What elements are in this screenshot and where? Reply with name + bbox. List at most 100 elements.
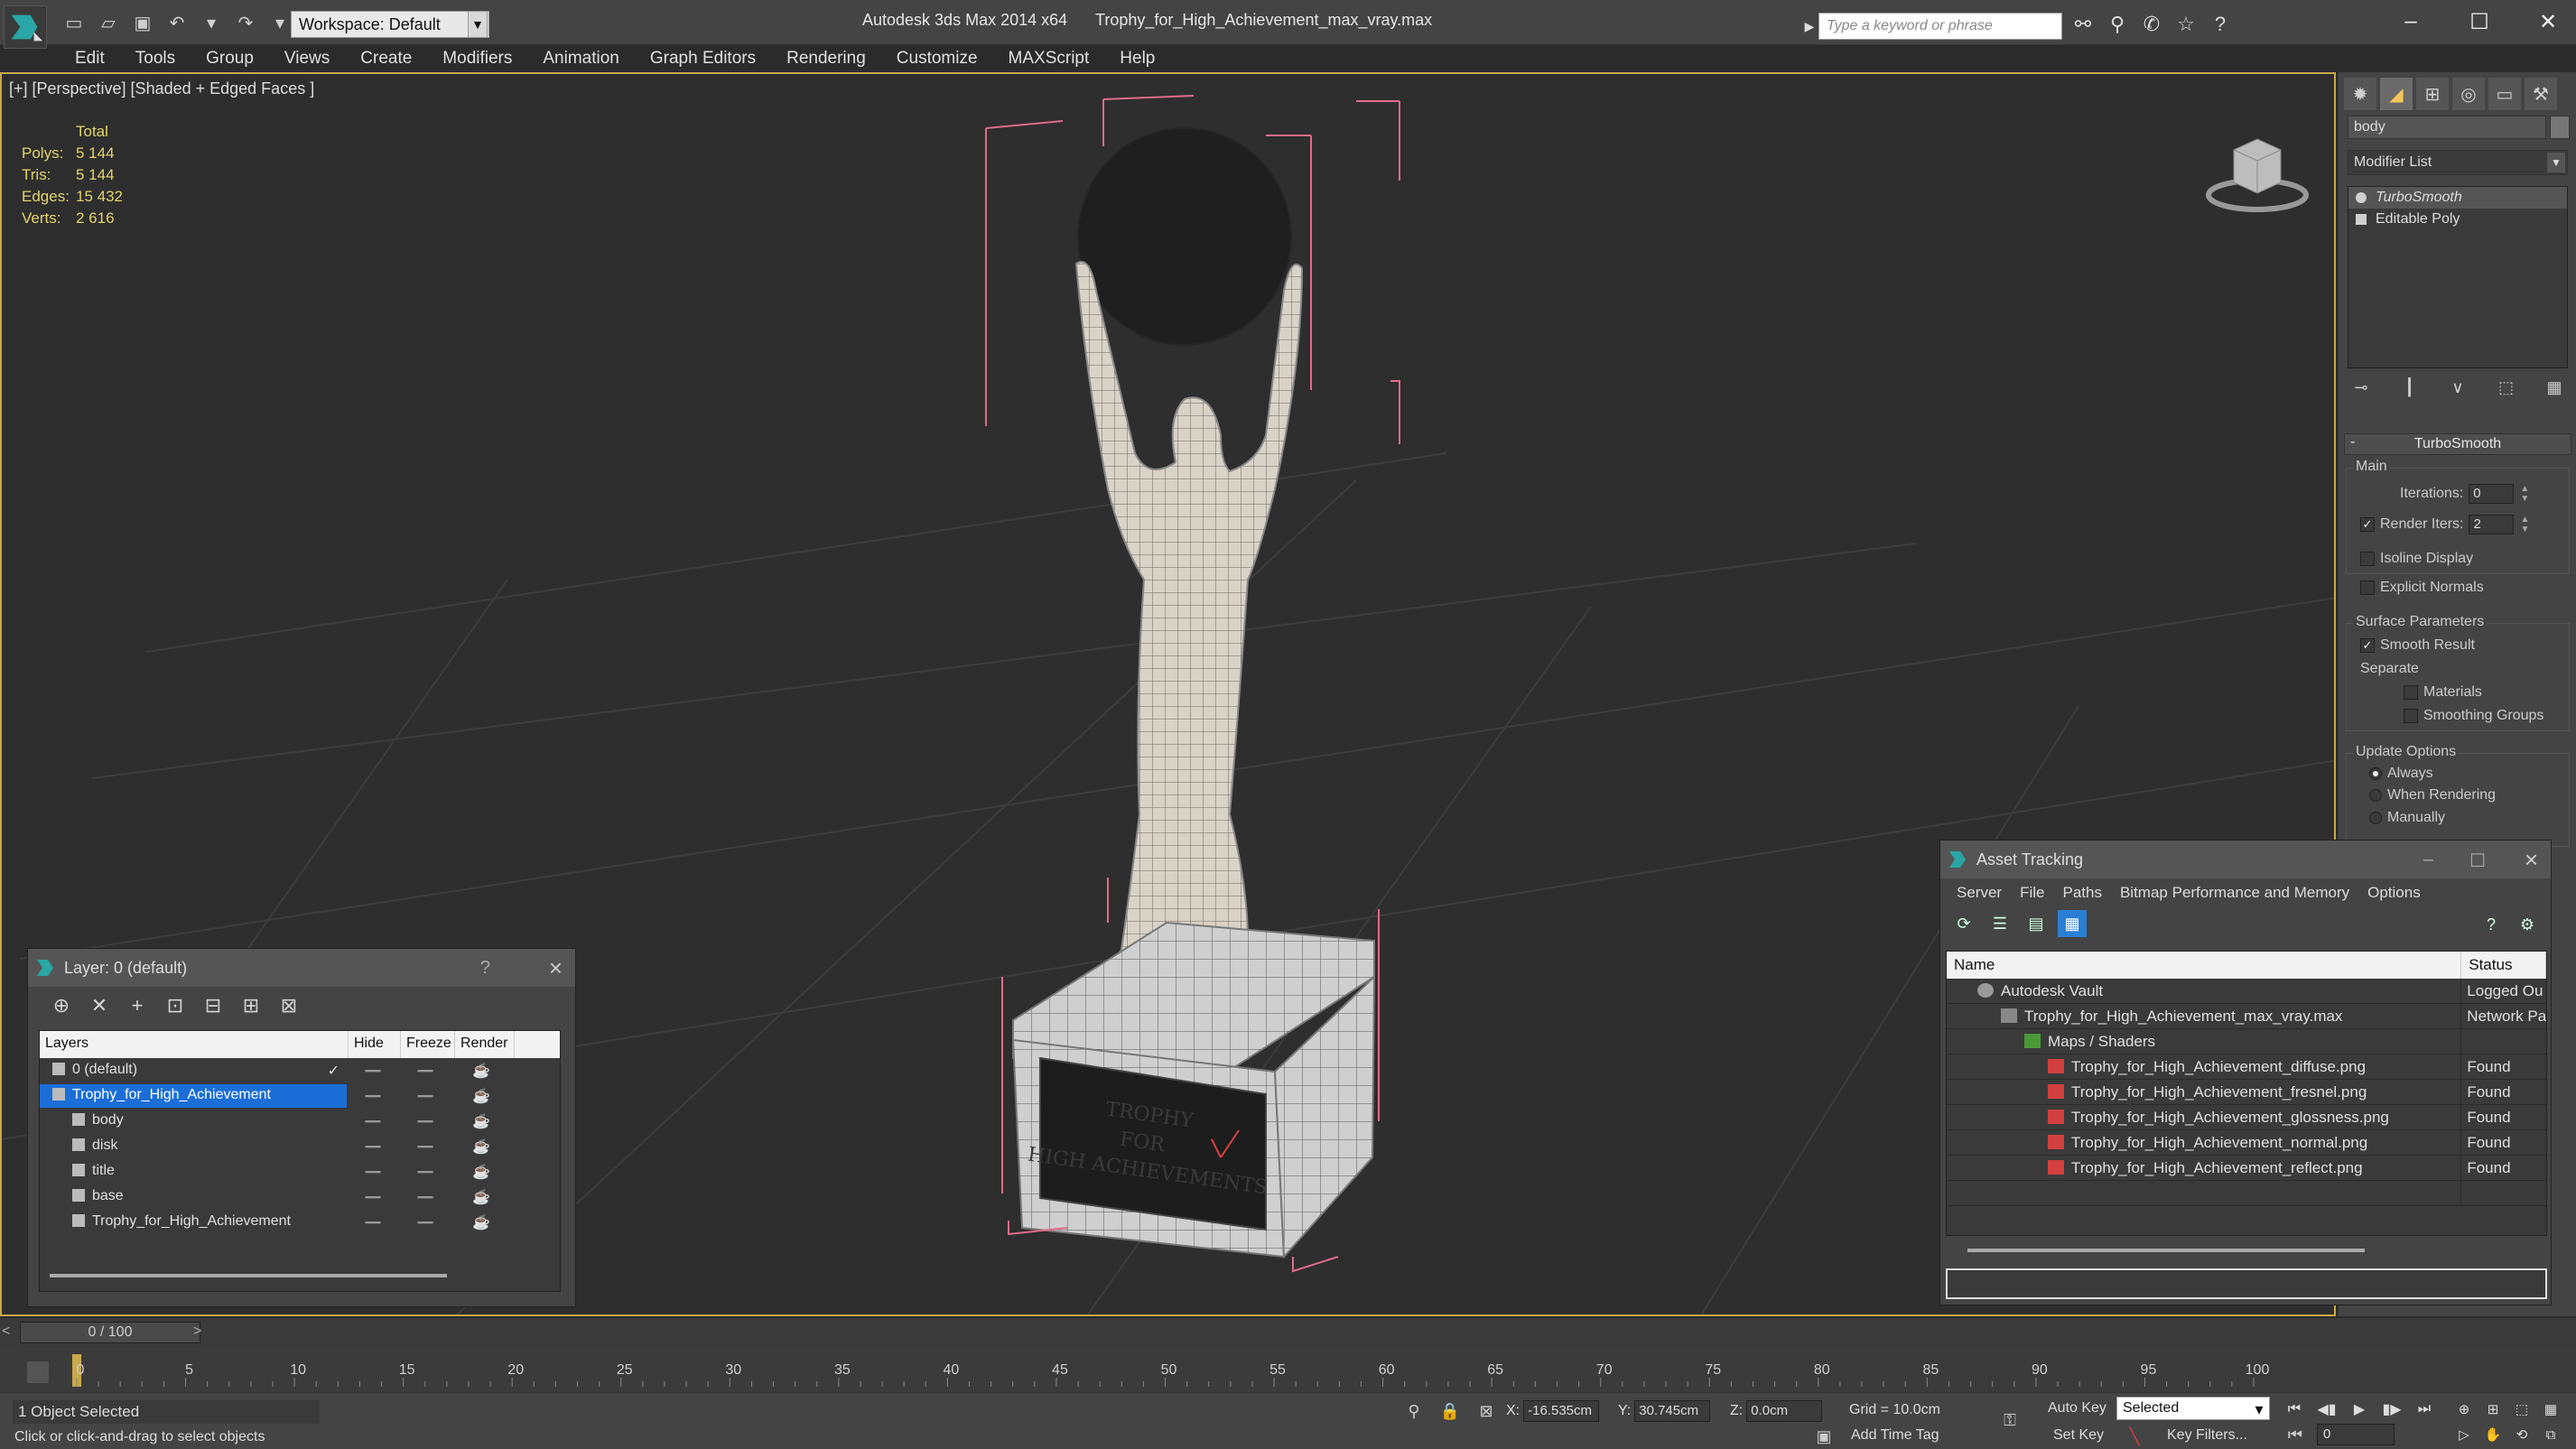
materials-checkbox[interactable]	[2404, 685, 2418, 700]
collapse-icon[interactable]: -	[2350, 434, 2355, 450]
close-icon[interactable]: ×	[2525, 846, 2538, 874]
time-slider[interactable]: 0 / 100	[20, 1322, 200, 1343]
menu-customize[interactable]: Customize	[881, 45, 993, 72]
close-icon[interactable]: ×	[549, 954, 563, 982]
hide-toggle[interactable]: ━━	[347, 1064, 399, 1079]
go-to-start-icon[interactable]: ⏮	[2283, 1398, 2306, 1420]
hide-all-layers-icon[interactable]: ⊠	[274, 990, 304, 1021]
table-view-icon[interactable]: ▦	[2058, 910, 2087, 937]
smooth-result-checkbox[interactable]: ✓	[2360, 638, 2375, 653]
favorites-star-icon[interactable]: ☆	[2172, 11, 2199, 38]
modify-tab-icon[interactable]: ◢	[2380, 78, 2413, 110]
manually-radio[interactable]	[2369, 812, 2382, 824]
current-frame-field[interactable]: 0	[2317, 1424, 2395, 1445]
asset-row[interactable]: Trophy_for_High_Achievement_glossness.pn…	[1947, 1104, 2546, 1130]
display-tab-icon[interactable]: ▭	[2488, 78, 2521, 110]
asset-row[interactable]: Trophy_for_High_Achievement_fresnel.png F…	[1947, 1079, 2546, 1105]
chevron-down-icon[interactable]: ▾	[2248, 1398, 2270, 1420]
freeze-toggle[interactable]: ━━	[399, 1165, 451, 1180]
layer-row[interactable]: 0 (default) ✓ ━━ ━━ ☕	[40, 1058, 560, 1083]
layer-name-cell[interactable]: title	[40, 1160, 347, 1184]
render-teapot-icon[interactable]: ☕	[451, 1087, 511, 1105]
search-input[interactable]: Type a keyword or phrase	[1818, 13, 2062, 40]
redo-icon[interactable]: ↷	[231, 9, 260, 36]
workspace-arrow-icon[interactable]: ▼	[468, 11, 488, 38]
close-icon[interactable]: ✕	[2530, 5, 2566, 38]
hide-toggle[interactable]: ━━	[347, 1139, 399, 1155]
undo-dropdown-icon[interactable]: ▾	[197, 9, 226, 36]
binoculars-icon[interactable]: ⚯	[2069, 11, 2097, 38]
show-end-result-icon[interactable]: ┃	[2396, 376, 2423, 399]
column-status[interactable]: Status	[2461, 952, 2546, 979]
hide-toggle[interactable]: ━━	[347, 1114, 399, 1129]
track-bar[interactable]: 0 5 10 15 20 25 30 35 40 45 50 55 60 65 70 75 80 85 90 95 10…	[0, 1347, 2576, 1392]
render-teapot-icon[interactable]: ☕	[451, 1112, 511, 1130]
isolate-selection-icon[interactable]: ⚲	[1403, 1400, 1425, 1422]
freeze-toggle[interactable]: ━━	[399, 1114, 451, 1129]
communication-icon[interactable]: ✆	[2138, 11, 2165, 38]
layer-row[interactable]: disk ━━ ━━ ☕	[40, 1134, 560, 1159]
layer-name-cell[interactable]: body	[40, 1110, 347, 1133]
asset-row[interactable]: Trophy_for_High_Achievement_normal.png Fo…	[1947, 1129, 2546, 1156]
asset-menu-file[interactable]: File	[2011, 880, 2053, 906]
always-radio[interactable]	[2369, 767, 2382, 780]
create-tab-icon[interactable]: ✹	[2344, 78, 2376, 110]
asset-name-cell[interactable]: Trophy_for_High_Achievement_diffuse.png	[1947, 1054, 2462, 1080]
pin-stack-icon[interactable]: ⊸	[2348, 376, 2375, 399]
app-logo-icon[interactable]	[4, 5, 47, 49]
thumbnail-view-icon[interactable]: ▤	[2022, 910, 2051, 937]
explicit-normals-checkbox[interactable]	[2360, 581, 2375, 595]
spinner-arrows-icon[interactable]: ▲ ▼	[2519, 515, 2530, 534]
chevron-down-icon[interactable]: ▼	[2547, 153, 2565, 172]
layer-name-cell[interactable]: Trophy_for_High_Achievement	[40, 1211, 347, 1234]
asset-row[interactable]: Trophy_for_High_Achievement_diffuse.png F…	[1947, 1054, 2546, 1080]
menu-edit[interactable]: Edit	[60, 45, 120, 72]
select-layer-icon[interactable]: ⊟	[198, 990, 228, 1021]
next-frame-icon[interactable]: >	[193, 1324, 201, 1340]
hide-toggle[interactable]: ━━	[347, 1190, 399, 1205]
add-time-tag-button[interactable]: Add Time Tag	[1851, 1427, 1939, 1444]
menu-create[interactable]: Create	[345, 45, 427, 72]
hierarchy-tab-icon[interactable]: ⊞	[2416, 78, 2449, 110]
layer-row[interactable]: body ━━ ━━ ☕	[40, 1109, 560, 1134]
next-key-icon[interactable]: ▮▶	[2380, 1398, 2404, 1420]
iterations-spinner[interactable]: 0	[2469, 484, 2515, 504]
open-file-icon[interactable]: ▱	[94, 9, 123, 36]
create-layer-icon[interactable]: ⊕	[46, 990, 77, 1021]
pan-icon[interactable]: ✋	[2481, 1424, 2505, 1445]
previous-frame-icon[interactable]: <	[2, 1324, 10, 1340]
workspace-dropdown[interactable]: Workspace: Default	[291, 11, 489, 38]
previous-key-icon[interactable]: ◀▮	[2315, 1398, 2339, 1420]
undo-icon[interactable]: ↶	[163, 9, 191, 36]
freeze-toggle[interactable]: ━━	[399, 1089, 451, 1104]
menu-modifiers[interactable]: Modifiers	[427, 45, 527, 72]
hide-toggle[interactable]: ━━	[347, 1165, 399, 1180]
zoom-extents-icon[interactable]: ⬚	[2510, 1398, 2534, 1420]
render-teapot-icon[interactable]: ☕	[451, 1138, 511, 1156]
settings-icon[interactable]: ⚙	[2513, 911, 2542, 938]
key-mode-toggle-icon[interactable]: ⏮	[2284, 1424, 2306, 1445]
go-to-end-icon[interactable]: ⏭	[2413, 1398, 2436, 1420]
maximize-viewport-icon[interactable]: ⧉	[2539, 1424, 2562, 1445]
layer-row[interactable]: Trophy_for_High_Achievement ━━ ━━ ☕	[40, 1083, 560, 1109]
x-coordinate-field[interactable]: -16.535cm	[1523, 1400, 1600, 1422]
add-to-layer-icon[interactable]: +	[122, 990, 153, 1021]
lightbulb-icon[interactable]	[2356, 192, 2367, 203]
object-color-swatch[interactable]	[2550, 116, 2570, 139]
select-objects-icon[interactable]: ⊡	[160, 990, 191, 1021]
freeze-toggle[interactable]: ━━	[399, 1139, 451, 1155]
render-teapot-icon[interactable]: ☕	[451, 1062, 511, 1080]
z-coordinate-field[interactable]: 0.0cm	[1746, 1400, 1823, 1422]
help-icon[interactable]: ?	[2477, 911, 2506, 938]
freeze-toggle[interactable]: ━━	[399, 1215, 451, 1231]
current-layer-check[interactable]: ✓	[328, 1062, 339, 1080]
orbit-icon[interactable]: ⟲	[2510, 1424, 2534, 1445]
layer-name-cell[interactable]: disk	[40, 1135, 347, 1158]
menu-views[interactable]: Views	[269, 45, 345, 72]
key-mode-icon[interactable]: ╲	[2124, 1426, 2145, 1447]
key-filters-button[interactable]: Key Filters...	[2167, 1427, 2247, 1444]
asset-window-titlebar[interactable]: Asset Tracking – ☐ ×	[1940, 841, 2551, 878]
menu-animation[interactable]: Animation	[527, 45, 635, 72]
when-rendering-radio[interactable]	[2369, 789, 2382, 802]
viewcube-icon[interactable]	[2203, 123, 2311, 222]
